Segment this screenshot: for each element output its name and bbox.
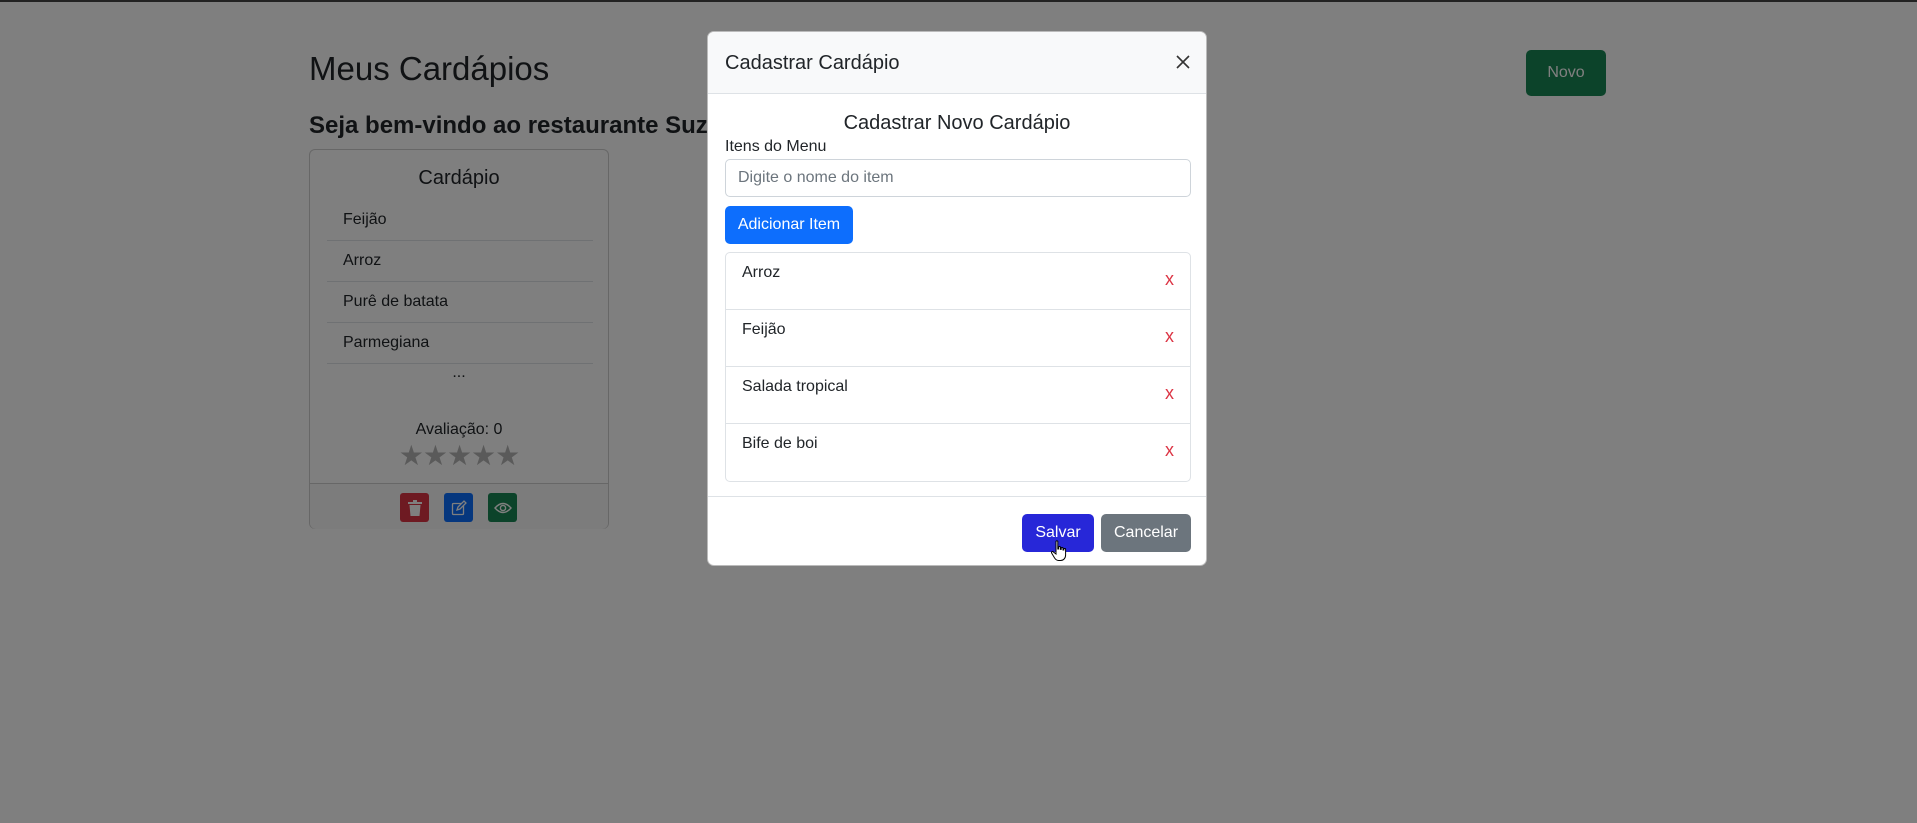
menu-items-label: Itens do Menu: [725, 138, 827, 155]
remove-item-button[interactable]: x: [1165, 383, 1174, 404]
close-icon: [1176, 55, 1190, 69]
list-item: Feijão x: [726, 310, 1190, 367]
item-name-input[interactable]: [725, 159, 1191, 197]
item-name: Salada tropical: [742, 378, 848, 395]
item-name: Bife de boi: [742, 435, 818, 452]
list-item: Salada tropical x: [726, 367, 1190, 424]
modal-footer: Salvar Cancelar: [708, 496, 1206, 565]
add-item-button[interactable]: Adicionar Item: [725, 206, 853, 244]
modal-subtitle: Cadastrar Novo Cardápio: [843, 112, 1071, 134]
hand-cursor-icon: [1050, 540, 1067, 561]
remove-item-button[interactable]: x: [1165, 326, 1174, 347]
remove-item-button[interactable]: x: [1165, 440, 1174, 461]
list-item: Arroz x: [726, 253, 1190, 310]
remove-item-button[interactable]: x: [1165, 269, 1174, 290]
modal-body: Cadastrar Novo Cardápio Itens do Menu Ad…: [708, 94, 1206, 496]
modal-items-list: Arroz x Feijão x Salada tropical x Bife …: [725, 252, 1191, 482]
list-item: Bife de boi x: [726, 424, 1190, 481]
register-menu-modal: Cadastrar Cardápio Cadastrar Novo Cardáp…: [707, 31, 1207, 566]
modal-header: Cadastrar Cardápio: [708, 32, 1206, 94]
item-name: Arroz: [742, 264, 781, 281]
item-name: Feijão: [742, 321, 786, 338]
close-button[interactable]: [1173, 50, 1193, 74]
modal-title: Cadastrar Cardápio: [725, 52, 900, 74]
cancel-button[interactable]: Cancelar: [1101, 514, 1191, 552]
